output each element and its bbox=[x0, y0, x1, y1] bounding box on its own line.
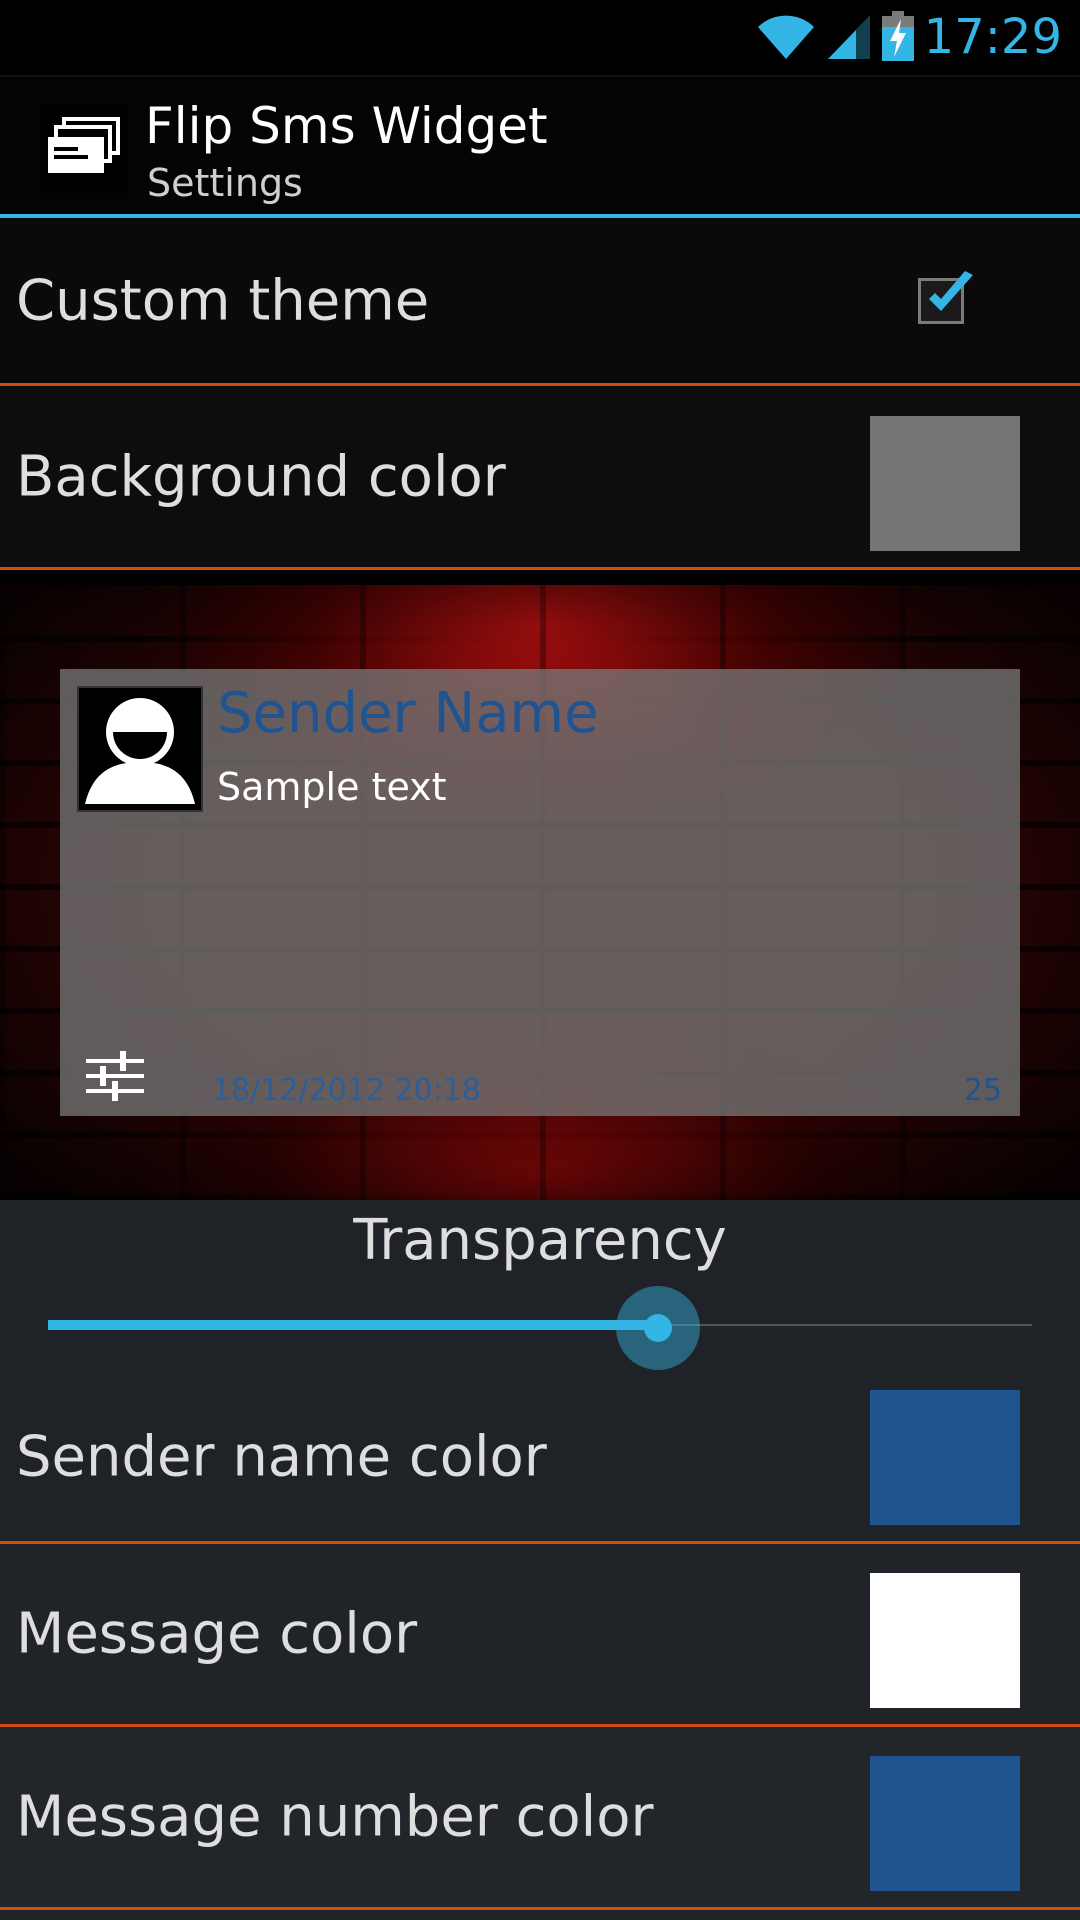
custom-theme-label: Custom theme bbox=[16, 268, 430, 333]
message-number-color-label: Message number color bbox=[16, 1784, 654, 1850]
signal-icon bbox=[826, 11, 872, 65]
background-color-swatch[interactable] bbox=[870, 416, 1020, 551]
message-date: 18/12/2012 20:18 bbox=[212, 1073, 481, 1108]
slider-thumb[interactable] bbox=[616, 1286, 701, 1370]
app-stack-icon[interactable] bbox=[40, 105, 128, 193]
background-color-label: Background color bbox=[16, 444, 506, 509]
app-subtitle: Settings bbox=[147, 161, 303, 205]
message-number-color-swatch[interactable] bbox=[870, 1756, 1020, 1891]
background-color-row[interactable]: Background color bbox=[0, 386, 1080, 570]
message-color-row[interactable]: Message color bbox=[0, 1544, 1080, 1727]
message-text: Sample text bbox=[217, 765, 447, 809]
message-color-label: Message color bbox=[16, 1601, 418, 1667]
status-time: 17:29 bbox=[923, 9, 1062, 65]
custom-theme-row[interactable]: Custom theme bbox=[0, 218, 1080, 386]
contact-avatar-icon bbox=[77, 686, 203, 812]
sender-name-color-row[interactable]: Sender name color bbox=[0, 1372, 1080, 1544]
widget-card: Sender Name Sample text 18/12/2012 20:18… bbox=[60, 669, 1020, 1116]
custom-theme-checkbox[interactable] bbox=[918, 271, 973, 324]
sender-name-text: Sender Name bbox=[217, 681, 599, 746]
transparency-slider[interactable] bbox=[48, 1286, 1032, 1370]
message-number-color-row[interactable]: Message number color bbox=[0, 1727, 1080, 1910]
sender-name-color-label: Sender name color bbox=[16, 1424, 547, 1489]
check-icon bbox=[929, 271, 973, 311]
battery-charging-icon bbox=[881, 10, 914, 65]
message-count: 25 bbox=[963, 1073, 1002, 1108]
status-bar: 17:29 bbox=[0, 0, 1080, 75]
wifi-icon bbox=[756, 11, 816, 65]
action-bar: Flip Sms Widget Settings bbox=[0, 75, 1080, 217]
app-title: Flip Sms Widget bbox=[145, 97, 548, 155]
widget-preview: Sender Name Sample text 18/12/2012 20:18… bbox=[0, 585, 1080, 1200]
slider-fill bbox=[48, 1320, 659, 1330]
settings-screen: 17:29 Flip Sms Widget Settings Custom th… bbox=[0, 0, 1080, 1920]
settings-sliders-icon bbox=[86, 1051, 144, 1101]
sender-name-color-swatch[interactable] bbox=[870, 1390, 1020, 1525]
transparency-label: Transparency bbox=[353, 1208, 727, 1273]
status-icons: 17:29 bbox=[756, 0, 1062, 75]
message-color-swatch[interactable] bbox=[870, 1573, 1020, 1708]
